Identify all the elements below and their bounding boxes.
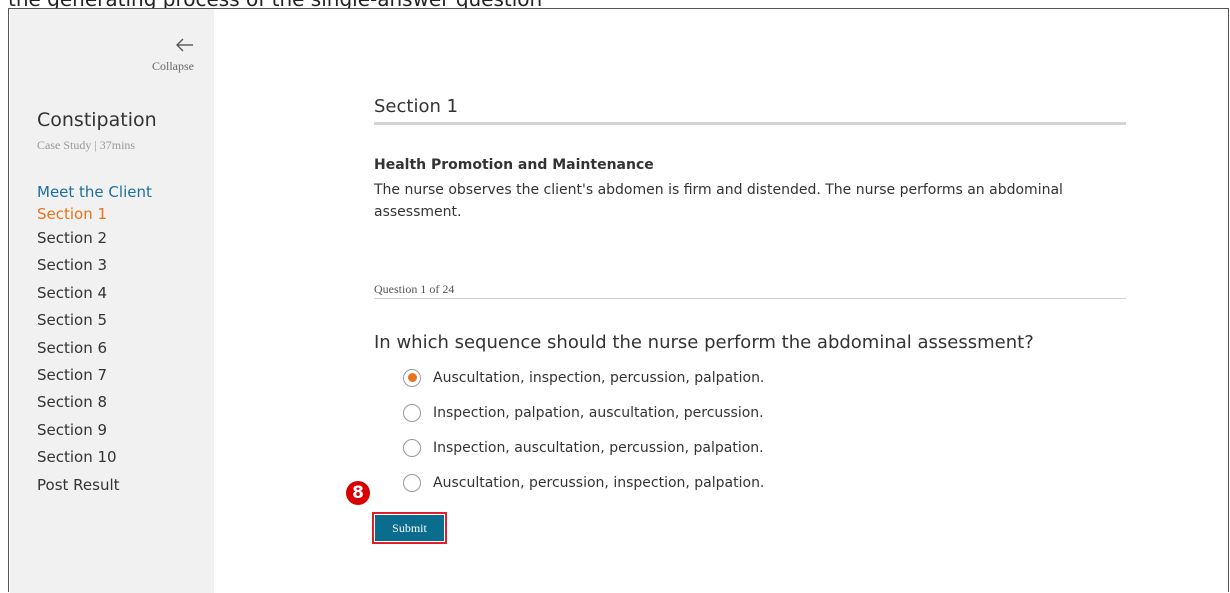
answer-option-label: Inspection, auscultation, percussion, pa…: [433, 439, 764, 456]
answer-option[interactable]: Auscultation, inspection, percussion, pa…: [403, 360, 764, 395]
answer-option[interactable]: Inspection, auscultation, percussion, pa…: [403, 430, 764, 465]
nav-item-section-8[interactable]: Section 8: [37, 389, 152, 416]
nav-item-meet-the-client[interactable]: Meet the Client: [37, 181, 152, 203]
radio-empty-icon[interactable]: [403, 403, 421, 422]
sidebar: Collapse Constipation Case Study | 37min…: [10, 9, 214, 593]
answer-option-label: Auscultation, percussion, inspection, pa…: [433, 474, 765, 491]
submit-highlight: Submit: [372, 512, 447, 544]
answer-option[interactable]: Inspection, palpation, auscultation, per…: [403, 395, 764, 430]
nav-item-section-2[interactable]: Section 2: [37, 225, 152, 252]
nav-item-section-10[interactable]: Section 10: [37, 444, 152, 471]
app-frame: Collapse Constipation Case Study | 37min…: [8, 8, 1229, 593]
answer-option-label: Auscultation, inspection, percussion, pa…: [433, 369, 765, 386]
nav-item-section-7[interactable]: Section 7: [37, 362, 152, 389]
course-title: Constipation: [37, 109, 157, 131]
radio-selected-icon[interactable]: [403, 368, 421, 387]
step-number-badge: 8: [346, 481, 370, 505]
nav-item-section-4[interactable]: Section 4: [37, 280, 152, 307]
nav-item-section-9[interactable]: Section 9: [37, 417, 152, 444]
top-caption-text: the generating process of the single-ans…: [8, 0, 542, 8]
question-counter: Question 1 of 24: [374, 282, 455, 296]
section-nav: Meet the Client Section 1 Section 2 Sect…: [37, 181, 152, 499]
course-meta: Case Study | 37mins: [37, 138, 136, 152]
section-title: Section 1: [374, 96, 459, 117]
question-divider: [374, 298, 1126, 299]
radio-empty-icon[interactable]: [403, 438, 421, 457]
content-body: The nurse observes the client's abdomen …: [374, 182, 1063, 220]
collapse-button[interactable]: Collapse: [134, 35, 194, 74]
answer-option[interactable]: Auscultation, percussion, inspection, pa…: [403, 465, 764, 500]
question-text: In which sequence should the nurse perfo…: [374, 332, 1034, 353]
answer-option-label: Inspection, palpation, auscultation, per…: [433, 404, 764, 421]
top-caption: the generating process of the single-ans…: [0, 0, 1230, 8]
nav-item-section-3[interactable]: Section 3: [37, 252, 152, 279]
arrow-left-icon: [134, 35, 194, 55]
nav-item-section-6[interactable]: Section 6: [37, 335, 152, 362]
section-divider: [374, 122, 1126, 125]
submit-button[interactable]: Submit: [375, 515, 444, 541]
nav-item-section-1[interactable]: Section 1: [37, 203, 152, 225]
nav-item-post-result[interactable]: Post Result: [37, 472, 152, 499]
nav-item-section-5[interactable]: Section 5: [37, 307, 152, 334]
collapse-label: Collapse: [152, 59, 194, 73]
radio-empty-icon[interactable]: [403, 473, 421, 492]
answer-options: Auscultation, inspection, percussion, pa…: [403, 360, 764, 500]
content-heading: Health Promotion and Maintenance: [374, 157, 654, 173]
